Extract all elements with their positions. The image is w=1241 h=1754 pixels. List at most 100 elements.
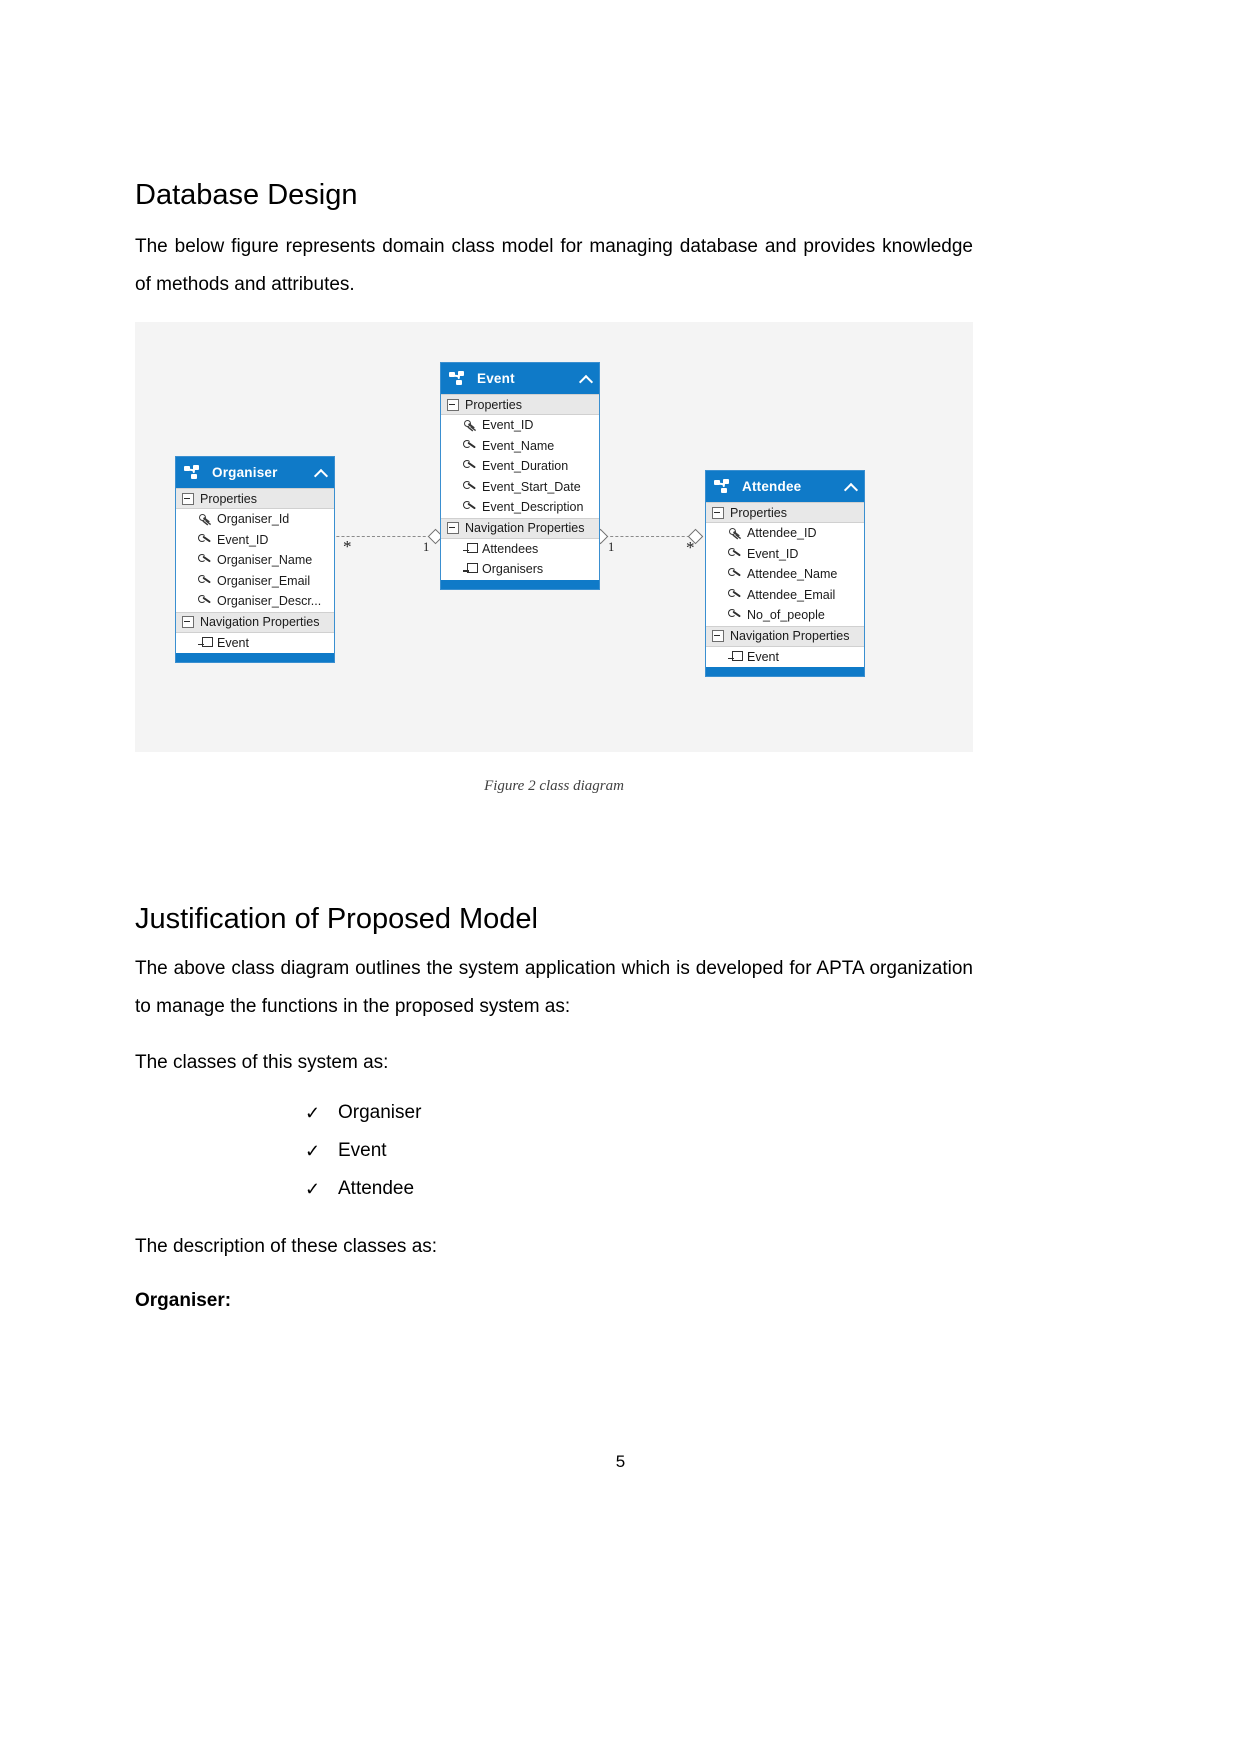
paragraph-above-diagram: The above class diagram outlines the sys… bbox=[135, 958, 973, 1017]
member-label: Organiser_Descr... bbox=[217, 594, 322, 609]
member-label: Event bbox=[217, 635, 249, 650]
class-titlebar-attendee[interactable]: Attendee bbox=[706, 471, 864, 502]
class-member-row[interactable]: Organiser_Name bbox=[176, 550, 334, 571]
class-section-header-navigation[interactable]: Navigation Properties bbox=[706, 625, 864, 647]
member-label: Organiser_Email bbox=[217, 573, 311, 588]
page-number: 5 bbox=[615, 1452, 626, 1471]
member-label: Attendees bbox=[482, 541, 539, 556]
check-icon: ✓ bbox=[305, 1103, 321, 1123]
class-member-row[interactable]: Event_Duration bbox=[441, 456, 599, 477]
member-label: Event_Description bbox=[482, 500, 584, 515]
class-icon bbox=[184, 464, 202, 481]
list-item-label: Event bbox=[338, 1140, 387, 1161]
class-titlebar-event[interactable]: Event bbox=[441, 363, 599, 394]
collapse-minus-icon[interactable] bbox=[447, 522, 459, 534]
class-section-header-navigation[interactable]: Navigation Properties bbox=[441, 517, 599, 539]
wrench-icon bbox=[728, 588, 742, 602]
member-label: Organisers bbox=[482, 562, 544, 577]
class-member-row[interactable]: Organiser_Id bbox=[176, 509, 334, 530]
wrench-icon bbox=[463, 500, 477, 514]
member-label: No_of_people bbox=[747, 608, 825, 623]
member-label: Event_Name bbox=[482, 438, 555, 453]
section-title-label: Properties bbox=[730, 505, 787, 520]
class-member-row[interactable]: Event bbox=[176, 632, 334, 653]
paragraph-description-lead: The description of these classes as: bbox=[135, 1236, 438, 1257]
member-label: Event bbox=[747, 649, 779, 664]
class-member-row[interactable]: Event_Name bbox=[441, 435, 599, 456]
collapse-minus-icon[interactable] bbox=[182, 492, 194, 505]
class-member-row[interactable]: Event_ID bbox=[441, 415, 599, 436]
multiplicity-organiser-event-from: * bbox=[343, 537, 352, 556]
class-box-event[interactable]: Event Properties Event_ID Event_Name Eve… bbox=[440, 362, 600, 590]
class-section-header-properties[interactable]: Properties bbox=[706, 502, 864, 523]
member-label: Event_Duration bbox=[482, 459, 569, 474]
association-line-event-attendee bbox=[600, 536, 700, 537]
list-item-label: Attendee bbox=[338, 1178, 415, 1199]
navigation-icon bbox=[463, 542, 478, 556]
multiplicity-event-attendee-from: 1 bbox=[608, 540, 615, 554]
class-member-row[interactable]: Event_ID bbox=[706, 543, 864, 564]
class-member-row[interactable]: Organisers bbox=[441, 559, 599, 580]
class-member-row[interactable]: Event bbox=[706, 646, 864, 667]
navigation-icon bbox=[728, 650, 743, 664]
collapse-minus-icon[interactable] bbox=[447, 398, 459, 411]
section-title-label: Navigation Properties bbox=[465, 521, 585, 535]
class-titlebar-organiser[interactable]: Organiser bbox=[176, 457, 334, 488]
wrench-icon bbox=[463, 459, 477, 473]
class-member-row[interactable]: No_of_people bbox=[706, 605, 864, 626]
collapse-minus-icon[interactable] bbox=[182, 616, 194, 628]
class-section-header-properties[interactable]: Properties bbox=[441, 394, 599, 415]
wrench-icon bbox=[463, 480, 477, 494]
member-label: Attendee_Email bbox=[747, 587, 836, 602]
wrench-icon bbox=[198, 594, 212, 608]
class-name-label: Event bbox=[477, 371, 515, 386]
page-title-database-design: Database Design bbox=[135, 179, 358, 211]
class-member-row[interactable]: Attendee_Name bbox=[706, 564, 864, 585]
chevron-up-icon[interactable] bbox=[314, 466, 328, 480]
class-section-header-properties[interactable]: Properties bbox=[176, 488, 334, 509]
class-member-row[interactable]: Organiser_Email bbox=[176, 570, 334, 591]
check-icon: ✓ bbox=[305, 1179, 321, 1199]
class-member-row[interactable]: Organiser_Descr... bbox=[176, 591, 334, 612]
figure-caption: Figure 2 class diagram bbox=[484, 778, 624, 794]
class-member-row[interactable]: Attendees bbox=[441, 538, 599, 559]
paragraph-organiser-label: Organiser: bbox=[135, 1290, 232, 1311]
class-box-organiser[interactable]: Organiser Properties Organiser_Id Event_… bbox=[175, 456, 335, 663]
member-label: Event_ID bbox=[217, 532, 269, 547]
list-item: ✓ Organiser bbox=[305, 1094, 973, 1132]
wrench-icon bbox=[728, 547, 742, 561]
class-footer-strip bbox=[176, 653, 334, 662]
section-title-label: Properties bbox=[200, 491, 257, 506]
member-label: Event_ID bbox=[747, 546, 799, 561]
document-page: Database Design The below figure represe… bbox=[0, 0, 1241, 1754]
class-icon bbox=[714, 478, 732, 495]
key-icon bbox=[728, 526, 742, 540]
class-footer-strip bbox=[441, 579, 599, 589]
wrench-icon bbox=[728, 608, 742, 622]
figure-class-diagram: * 1 1 * Organiser Properties Organiser_I… bbox=[135, 322, 973, 752]
multiplicity-organiser-event-to: 1 bbox=[423, 540, 430, 554]
collapse-minus-icon[interactable] bbox=[712, 506, 724, 519]
class-member-row[interactable]: Event_Description bbox=[441, 497, 599, 518]
class-section-header-navigation[interactable]: Navigation Properties bbox=[176, 611, 334, 633]
chevron-up-icon[interactable] bbox=[579, 372, 593, 386]
class-member-row[interactable]: Event_Start_Date bbox=[441, 476, 599, 497]
wrench-icon bbox=[728, 567, 742, 581]
key-icon bbox=[198, 512, 212, 526]
class-member-row[interactable]: Attendee_Email bbox=[706, 584, 864, 605]
wrench-icon bbox=[198, 574, 212, 588]
chevron-up-icon[interactable] bbox=[844, 480, 858, 494]
member-label: Attendee_ID bbox=[747, 526, 817, 541]
class-bullet-list: ✓ Organiser ✓ Event ✓ Attendee bbox=[135, 1094, 973, 1208]
member-label: Organiser_Id bbox=[217, 512, 290, 527]
class-member-row[interactable]: Attendee_ID bbox=[706, 523, 864, 544]
class-box-attendee[interactable]: Attendee Properties Attendee_ID Event_ID bbox=[705, 470, 865, 677]
list-item: ✓ Attendee bbox=[305, 1170, 973, 1208]
collapse-minus-icon[interactable] bbox=[712, 630, 724, 642]
list-item-label: Organiser bbox=[338, 1102, 422, 1123]
multiplicity-event-attendee-to: * bbox=[686, 538, 695, 557]
member-label: Event_Start_Date bbox=[482, 479, 581, 494]
class-member-row[interactable]: Event_ID bbox=[176, 529, 334, 550]
wrench-icon bbox=[198, 553, 212, 567]
member-label: Event_ID bbox=[482, 418, 534, 433]
